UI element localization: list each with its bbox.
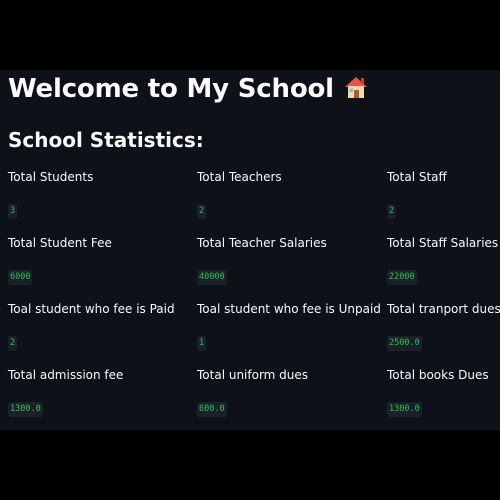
stat-total-books-dues: Total books Dues 1300.0 <box>387 368 497 417</box>
house-icon <box>342 74 370 107</box>
stat-value: 6000 <box>8 270 33 285</box>
stat-value: 3 <box>8 204 18 219</box>
stat-label: Toal student who fee is Unpaid <box>197 302 381 316</box>
stat-label: Total books Dues <box>387 368 489 382</box>
stat-total-student-fee: Total Student Fee 6000 <box>8 236 193 285</box>
stat-label: Total admission fee <box>8 368 124 382</box>
stat-label: Total uniform dues <box>197 368 309 382</box>
page-title-text: Welcome to My School <box>8 74 334 104</box>
stat-total-transport-dues: Total tranport dues 2500.0 <box>387 302 500 351</box>
stat-value: 2 <box>197 204 207 219</box>
stat-students-fee-unpaid: Toal student who fee is Unpaid 1 <box>197 302 382 351</box>
stat-total-admission-fee: Total admission fee 1300.0 <box>8 368 193 417</box>
page-title: Welcome to My School <box>8 74 370 107</box>
stat-value: 2500.0 <box>387 336 422 351</box>
stat-value: 2 <box>387 204 397 219</box>
stat-total-staff-salaries: Total Staff Salaries 22000 <box>387 236 499 285</box>
stat-total-staff: Total Staff 2 <box>387 170 497 219</box>
stat-value: 1300.0 <box>8 402 43 417</box>
stat-total-students: Total Students 3 <box>8 170 193 219</box>
stat-value: 40000 <box>197 270 227 285</box>
stat-value: 600.0 <box>197 402 227 417</box>
stat-value: 2 <box>8 336 18 351</box>
stat-students-fee-paid: Toal student who fee is Paid 2 <box>8 302 193 351</box>
stat-label: Total Students <box>8 170 94 184</box>
stat-label: Toal student who fee is Paid <box>8 302 175 316</box>
stat-label: Total Teachers <box>197 170 282 184</box>
stat-label: Total tranport dues <box>387 302 500 316</box>
stat-value: 1300.0 <box>387 402 422 417</box>
stat-value: 1 <box>197 336 207 351</box>
section-title: School Statistics: <box>8 128 204 152</box>
stat-total-teachers: Total Teachers 2 <box>197 170 382 219</box>
stat-total-uniform-dues: Total uniform dues 600.0 <box>197 368 382 417</box>
stat-value: 22000 <box>387 270 417 285</box>
stat-total-teacher-salaries: Total Teacher Salaries 40000 <box>197 236 382 285</box>
stat-label: Total Staff <box>387 170 447 184</box>
app-main-area: Welcome to My School School Statistics: … <box>0 70 500 430</box>
stat-label: Total Student Fee <box>8 236 112 250</box>
stat-label: Total Teacher Salaries <box>197 236 327 250</box>
stat-label: Total Staff Salaries <box>387 236 499 250</box>
